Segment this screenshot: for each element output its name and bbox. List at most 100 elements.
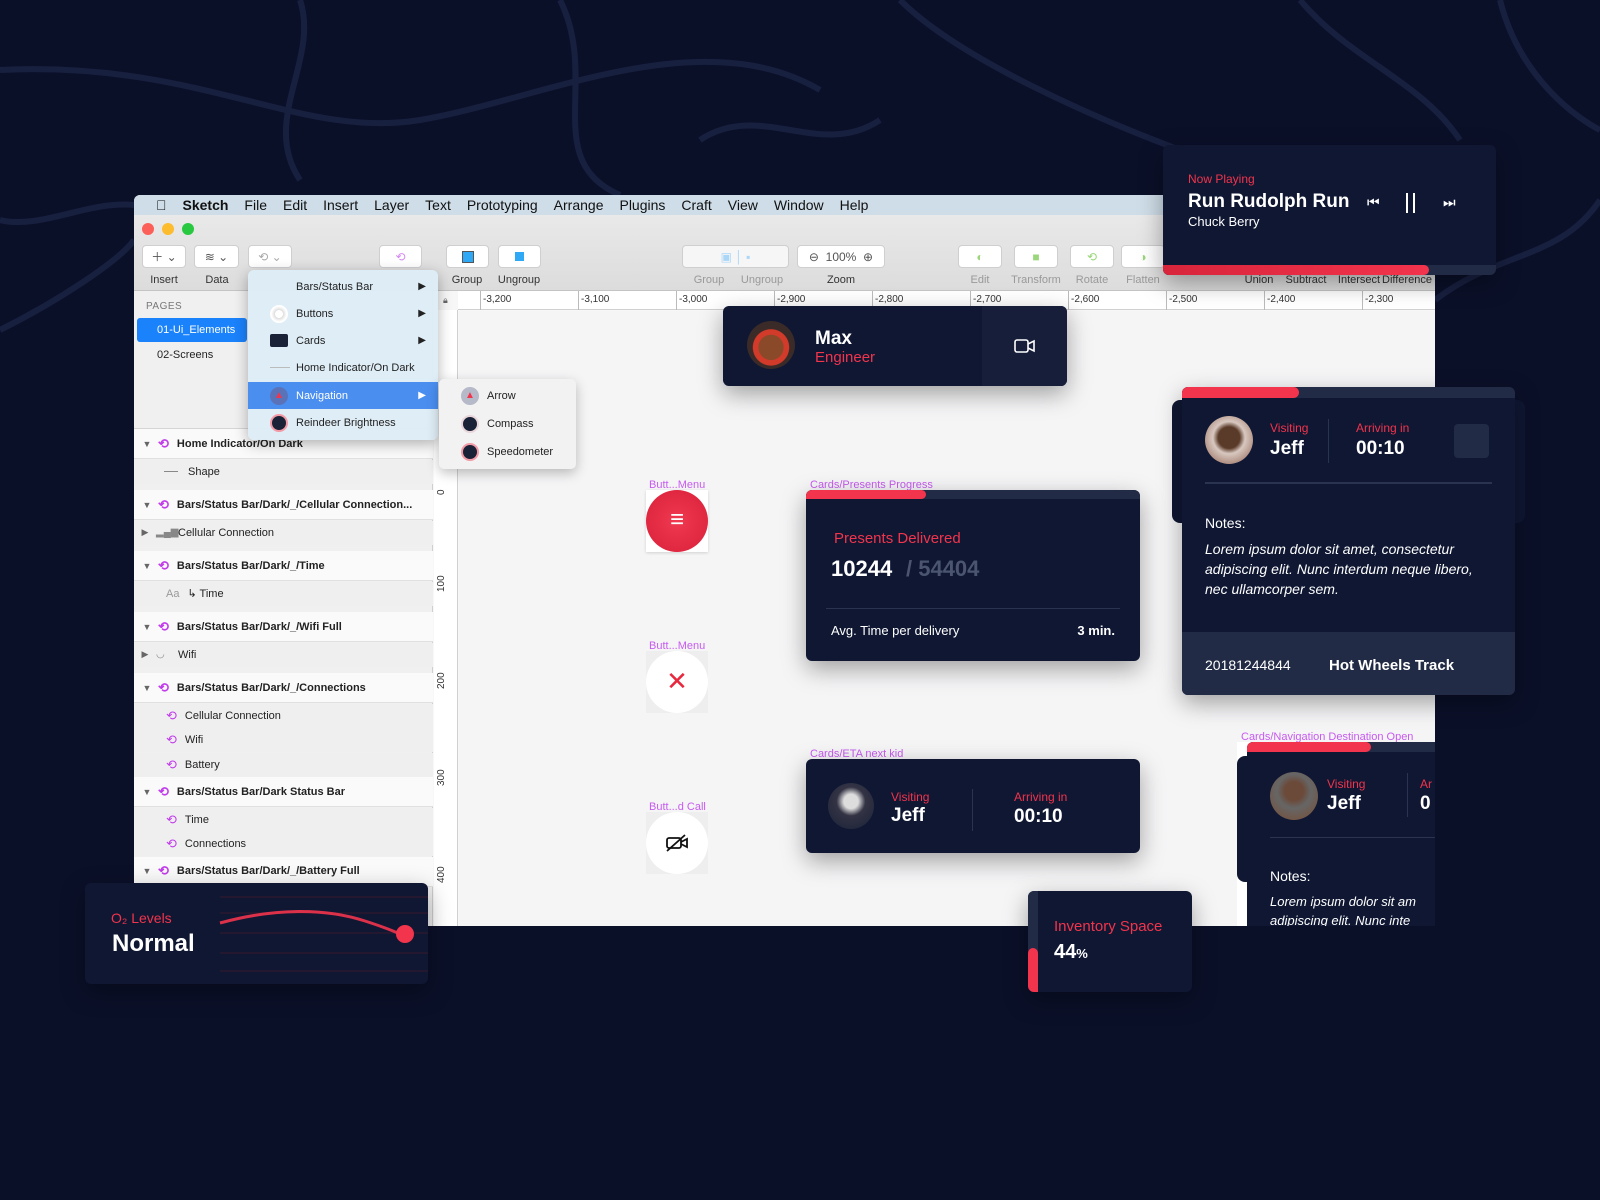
menu-button-artboard[interactable]: ≡ xyxy=(646,490,708,552)
submenu-item-speedometer[interactable]: Speedometer xyxy=(439,438,576,465)
menu-view[interactable]: View xyxy=(720,197,766,213)
inventory-card[interactable]: Inventory Space 44% xyxy=(1028,891,1192,992)
pause-icon[interactable] xyxy=(1406,193,1415,213)
zoom-in-icon[interactable]: ⊕ xyxy=(863,250,873,264)
close-menu-button-artboard[interactable]: ✕ xyxy=(646,651,708,713)
layer-group-row[interactable]: ▼ ⟲ Bars/Status Bar/Dark/_/Battery Full xyxy=(134,856,433,887)
menu-help[interactable]: Help xyxy=(832,197,877,213)
disclosure-triangle-icon[interactable]: ▼ xyxy=(136,683,158,693)
nav-destination-card[interactable]: Visiting Jeff Ar 0 Notes: Lorem ipsum do… xyxy=(1247,742,1435,926)
menu-item-cards[interactable]: Cards ▶ xyxy=(248,327,438,354)
disclosure-triangle-icon[interactable]: ▶ xyxy=(134,527,156,538)
rotate-button[interactable]: ⟲ xyxy=(1070,245,1114,268)
menu-layer[interactable]: Layer xyxy=(366,197,417,213)
page-item-ui-elements[interactable]: 01-Ui_Elements xyxy=(137,318,247,342)
menu-edit[interactable]: Edit xyxy=(275,197,315,213)
disclosure-triangle-icon[interactable]: ▼ xyxy=(136,866,158,876)
layer-label: Bars/Status Bar/Dark/_/Connections xyxy=(176,681,366,694)
nav-destination-artboard[interactable]: Visiting Jeff Ar 0 Notes: Lorem ipsum do… xyxy=(1237,742,1435,926)
edit-button[interactable]: ◐ xyxy=(958,245,1002,268)
insert-button[interactable]: ＋ ⌄ xyxy=(142,245,186,268)
menu-insert[interactable]: Insert xyxy=(315,197,366,213)
menu-craft[interactable]: Craft xyxy=(673,197,719,213)
menu-text[interactable]: Text xyxy=(417,197,459,213)
disclosure-triangle-icon[interactable]: ▼ xyxy=(136,787,158,797)
lock-icon[interactable]: 🔒︎ xyxy=(443,295,448,306)
apple-icon[interactable]:  xyxy=(134,197,175,213)
group-button[interactable] xyxy=(446,245,489,268)
gauge-icon xyxy=(270,413,288,432)
data-button[interactable]: ≋ ⌄ xyxy=(194,245,239,268)
profile-card[interactable]: Max Engineer xyxy=(723,306,1067,386)
menu-window[interactable]: Window xyxy=(766,197,832,213)
layer-row[interactable]: ⟲ Cellular Connection xyxy=(134,703,433,728)
flatten-button[interactable]: ◑ xyxy=(1121,245,1165,268)
zoom-value: 100% xyxy=(825,249,857,264)
difference-label[interactable]: Difference xyxy=(1382,274,1435,286)
navigation-submenu: ▲ Arrow Compass Speedometer xyxy=(439,379,576,469)
menu-file[interactable]: File xyxy=(236,197,275,213)
disclosure-triangle-icon[interactable]: ▼ xyxy=(136,439,158,449)
menu-arrange[interactable]: Arrange xyxy=(546,197,612,213)
submenu-item-arrow[interactable]: ▲ Arrow xyxy=(439,382,576,409)
menu-item-reindeer-brightness[interactable]: Reindeer Brightness xyxy=(248,409,438,436)
playback-progress-track[interactable] xyxy=(1163,265,1496,275)
symbol-icon: ⟲ xyxy=(166,836,177,851)
layer-row[interactable]: ▶ ◡ Wifi xyxy=(134,642,433,667)
zoom-window-button[interactable] xyxy=(182,223,194,235)
ungroup-button[interactable] xyxy=(498,245,541,268)
symbols-button[interactable]: ⟲ ⌄ xyxy=(248,245,292,268)
layer-row[interactable]: ▶ ▂▄▆ Cellular Connection xyxy=(134,520,433,545)
ruler-tick-label: 400 xyxy=(436,866,447,883)
layer-row[interactable]: Shape xyxy=(134,459,433,484)
zoom-out-icon[interactable]: ⊖ xyxy=(809,250,819,264)
previous-track-icon[interactable]: ⏮︎ xyxy=(1367,194,1380,211)
layer-group-row[interactable]: ▼ ⟲ Bars/Status Bar/Dark/_/Connections xyxy=(134,673,433,703)
layer-group-row[interactable]: ▼ ⟲ Bars/Status Bar/Dark/_/Time xyxy=(134,551,433,581)
layer-group-row[interactable]: ▼ ⟲ Bars/Status Bar/Dark/_/Cellular Connec… xyxy=(134,490,433,520)
menu-prototyping[interactable]: Prototyping xyxy=(459,197,546,213)
layer-row[interactable]: ⟲ Battery xyxy=(134,752,433,777)
o2-levels-card[interactable]: O₂ Levels Normal xyxy=(85,883,428,984)
destination-card[interactable]: Visiting Jeff Arriving in 00:10 Notes: L… xyxy=(1182,387,1515,695)
layer-label: Wifi xyxy=(178,648,197,661)
layer-group-row[interactable]: ▼ ⟲ Bars/Status Bar/Dark Status Bar xyxy=(134,777,433,807)
menu-sketch[interactable]: Sketch xyxy=(175,197,237,213)
minimize-window-button[interactable] xyxy=(162,223,174,235)
disclosure-triangle-icon[interactable]: ▼ xyxy=(136,500,158,510)
arriving-label: Ar xyxy=(1420,777,1432,791)
video-call-button[interactable] xyxy=(982,306,1067,386)
menu-item-navigation[interactable]: ▲ Navigation ▶ xyxy=(248,382,438,409)
expand-button[interactable] xyxy=(1454,424,1489,458)
menu-item-home-indicator[interactable]: Home Indicator/On Dark xyxy=(248,354,438,381)
now-playing-card[interactable]: Now Playing Run Rudolph Run Chuck Berry … xyxy=(1163,145,1496,275)
zoom-control[interactable]: ⊖ 100% ⊕ xyxy=(797,245,885,268)
menu-plugins[interactable]: Plugins xyxy=(611,197,673,213)
page-item-screens[interactable]: 02-Screens xyxy=(137,343,247,367)
layer-row[interactable]: Aa ↳ Time xyxy=(134,581,433,606)
inventory-value: 44 xyxy=(1054,941,1077,963)
transform-button[interactable]: ■ xyxy=(1014,245,1058,268)
disclosure-triangle-icon[interactable]: ▼ xyxy=(136,561,158,571)
menu-item-buttons[interactable]: Buttons ▶ xyxy=(248,300,438,327)
layer-row[interactable]: ⟲ Connections xyxy=(134,832,433,856)
track-title: Run Rudolph Run xyxy=(1188,191,1350,212)
presents-progress-card[interactable]: Presents Delivered 10244 / 54404 Avg. Ti… xyxy=(806,490,1140,661)
close-window-button[interactable] xyxy=(142,223,154,235)
layer-row[interactable]: ⟲ Time xyxy=(134,807,433,832)
sync-button[interactable]: ⟲ xyxy=(379,245,422,268)
close-icon[interactable]: ✕ xyxy=(646,651,708,713)
ruler-tick-label: -3,100 xyxy=(581,294,610,305)
layer-row[interactable]: ⟲ Wifi xyxy=(134,728,433,752)
end-call-button-artboard[interactable] xyxy=(646,812,708,874)
symbol-icon: ⟲ xyxy=(166,756,177,772)
eta-card[interactable]: Visiting Jeff Arriving in 00:10 xyxy=(806,759,1140,853)
menu-item-bars-status-bar[interactable]: Bars/Status Bar ▶ xyxy=(248,273,438,300)
disclosure-triangle-icon[interactable]: ▼ xyxy=(136,622,158,632)
disclosure-triangle-icon[interactable]: ▶ xyxy=(134,649,156,660)
hamburger-icon[interactable]: ≡ xyxy=(646,490,708,552)
layer-group-row[interactable]: ▼ ⟲ Bars/Status Bar/Dark/_/Wifi Full xyxy=(134,612,433,642)
submenu-item-compass[interactable]: Compass xyxy=(439,410,576,437)
video-off-icon[interactable] xyxy=(646,812,708,874)
next-track-icon[interactable]: ⏭︎ xyxy=(1443,194,1456,211)
